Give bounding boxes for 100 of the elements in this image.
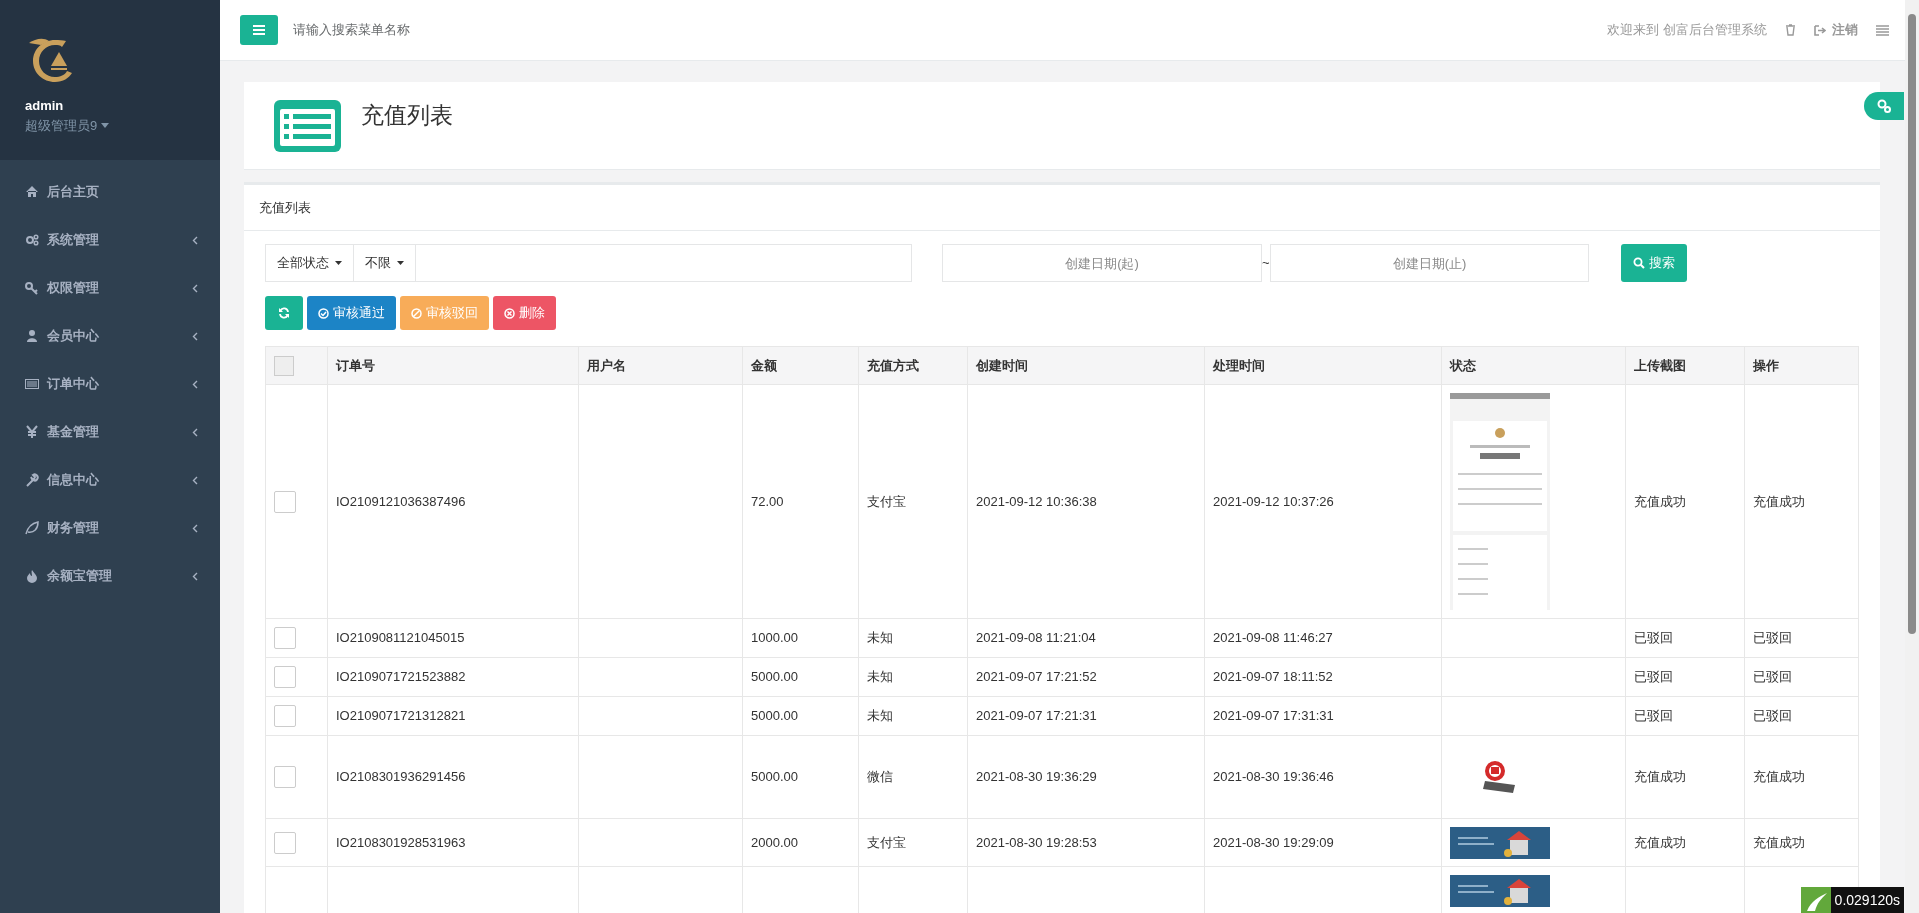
sign-out-icon	[1814, 24, 1826, 36]
table-cell: IO2108301928531963	[336, 834, 466, 850]
table-cell: 2021-09-07 17:31:31	[1213, 708, 1334, 724]
menu-item[interactable]: 系统管理	[0, 216, 220, 264]
date-separator: ~	[1262, 254, 1270, 273]
table-cell: 已驳回	[1753, 630, 1792, 646]
ban-icon	[411, 307, 422, 319]
table-cell: 微信	[867, 769, 893, 785]
table-cell: 2021-08-30 19:36:29	[976, 769, 1097, 785]
chevron-left-icon	[192, 283, 198, 293]
table-cell: 充值成功	[1753, 493, 1805, 509]
table-cell: 2021-09-07 18:11:52	[1213, 669, 1333, 685]
user-name: admin	[25, 97, 65, 115]
table-cell: 充值成功	[1753, 834, 1805, 850]
table-cell: 已驳回	[1634, 630, 1673, 646]
table-cell: 充值成功	[1634, 493, 1686, 509]
theme-settings-button[interactable]	[1864, 92, 1904, 120]
table-cell: 已驳回	[1634, 669, 1673, 685]
row-checkbox[interactable]	[274, 666, 296, 688]
start-date-field[interactable]: 创建日期(起)	[942, 244, 1262, 282]
table-cell: 2000.00	[751, 834, 798, 850]
table-cell: 72.00	[751, 493, 784, 509]
table-cell: IO2109071721523882	[336, 669, 466, 685]
times-circle-icon	[504, 307, 515, 319]
column-header: 金额	[751, 357, 777, 373]
panel-icon[interactable]	[1876, 24, 1889, 36]
menu-icon	[253, 25, 265, 35]
chevron-left-icon	[192, 427, 198, 437]
column-header: 状态	[1450, 357, 1476, 373]
menu-item[interactable]: 余额宝管理	[0, 552, 220, 600]
row-checkbox[interactable]	[274, 831, 296, 854]
table-cell: 已驳回	[1634, 708, 1673, 724]
table-cell: 2021-09-08 11:21:04	[976, 630, 1096, 646]
range-dropdown[interactable]: 不限	[354, 245, 416, 281]
menu-item[interactable]: 信息中心	[0, 456, 220, 504]
chevron-left-icon	[192, 475, 198, 485]
row-checkbox[interactable]	[274, 766, 296, 788]
table-cell: 已驳回	[1753, 708, 1792, 724]
menu-search-field[interactable]: 请输入搜索菜单名称	[293, 20, 593, 40]
delete-button[interactable]: 删除	[493, 296, 556, 330]
row-checkbox[interactable]	[274, 490, 296, 513]
gears-icon	[25, 233, 39, 247]
table-cell: 充值成功	[1634, 834, 1686, 850]
scrollbar-thumb[interactable]	[1908, 14, 1916, 634]
search-button[interactable]: 搜索	[1621, 244, 1687, 282]
wrench-icon	[25, 473, 39, 487]
status-dropdown[interactable]: 全部状态	[266, 245, 354, 281]
refresh-button[interactable]	[265, 296, 303, 330]
home-icon	[25, 185, 39, 199]
flame-icon	[25, 569, 39, 583]
column-header: 订单号	[336, 357, 375, 373]
chevron-left-icon	[192, 331, 198, 341]
row-checkbox[interactable]	[274, 705, 296, 727]
column-header: 创建时间	[976, 357, 1028, 373]
user-icon	[25, 329, 39, 343]
table-cell: IO2109071721312821	[336, 708, 466, 724]
table-cell: IO2108301936291456	[336, 769, 466, 785]
select-all-checkbox[interactable]	[274, 355, 294, 376]
table-cell: 充值成功	[1634, 769, 1686, 785]
role-dropdown[interactable]: 超级管理员9	[25, 115, 195, 135]
column-header: 操作	[1753, 357, 1779, 373]
menu-item[interactable]: 订单中心	[0, 360, 220, 408]
menu-item[interactable]: 基金管理	[0, 408, 220, 456]
list-icon	[25, 377, 39, 391]
table-cell: 未知	[867, 708, 893, 724]
welcome-text: 欢迎来到 创富后台管理系统	[1607, 21, 1767, 40]
menu-item[interactable]: 后台主页	[0, 168, 220, 216]
column-header: 处理时间	[1213, 357, 1265, 373]
end-date-field[interactable]: 创建日期(止)	[1270, 244, 1589, 282]
refresh-icon	[278, 307, 290, 319]
menu-button[interactable]	[240, 15, 278, 45]
key-icon	[25, 281, 39, 295]
caret-icon	[101, 122, 110, 128]
approve-button[interactable]: 审核通过	[307, 296, 396, 330]
menu-item[interactable]: 会员中心	[0, 312, 220, 360]
panel-title: 充值列表	[244, 185, 1880, 231]
table-cell: 2021-09-07 17:21:31	[976, 708, 1097, 724]
table-cell: 充值成功	[1753, 769, 1805, 785]
table-cell: 未知	[867, 669, 893, 685]
page-title: 充值列表	[361, 101, 453, 131]
table-cell: 5000.00	[751, 669, 798, 685]
table-cell: 5000.00	[751, 708, 798, 724]
trash-icon[interactable]	[1785, 24, 1796, 36]
caret-icon	[397, 261, 404, 265]
chevron-left-icon	[192, 235, 198, 245]
chevron-left-icon	[192, 379, 198, 389]
timer-text: 0.029120s	[1830, 887, 1904, 913]
menu-item[interactable]: 权限管理	[0, 264, 220, 312]
row-checkbox[interactable]	[274, 627, 296, 649]
table-cell: 已驳回	[1753, 669, 1792, 685]
check-circle-icon	[318, 307, 329, 319]
list-icon	[274, 99, 341, 152]
table-cell: 2021-08-30 19:29:09	[1213, 834, 1334, 850]
table-cell: 2021-09-07 17:21:52	[976, 669, 1097, 685]
chevron-left-icon	[192, 571, 198, 581]
menu-item[interactable]: 财务管理	[0, 504, 220, 552]
table-cell: 5000.00	[751, 769, 798, 785]
column-header: 用户名	[587, 357, 626, 373]
logout-button[interactable]: 注销	[1814, 20, 1858, 40]
column-header: 上传截图	[1634, 357, 1686, 373]
